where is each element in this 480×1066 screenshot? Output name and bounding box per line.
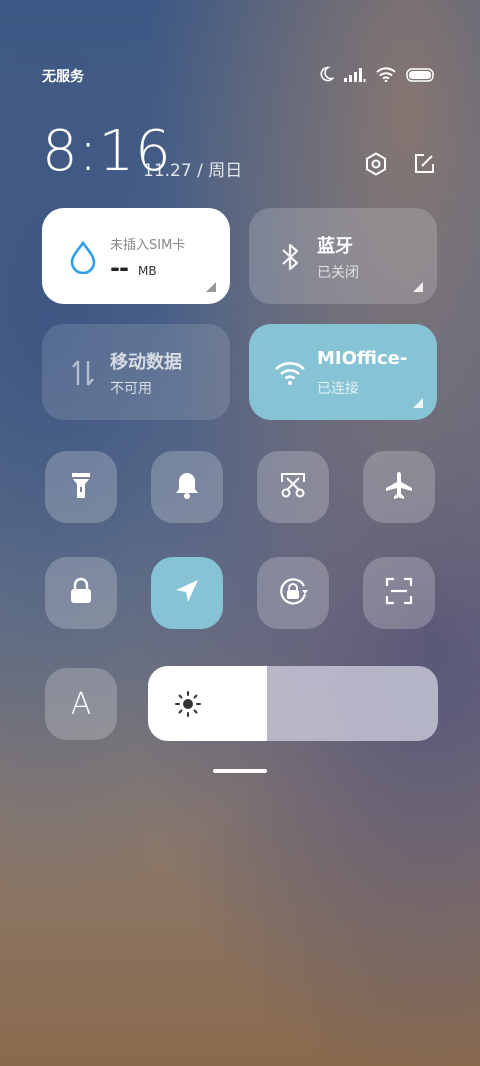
edit-icon[interactable]	[410, 150, 438, 178]
flashlight-icon	[68, 469, 94, 505]
mobile-data-status: 不可用	[110, 381, 152, 397]
signal-icon	[344, 67, 366, 86]
status-icons	[318, 66, 436, 86]
sun-icon	[174, 690, 202, 718]
lock-screen-toggle[interactable]	[45, 557, 117, 629]
bluetooth-status: 已关闭	[317, 265, 359, 281]
moon-icon	[318, 66, 336, 86]
expand-corner-icon	[413, 398, 423, 408]
data-usage-unit: MB	[138, 264, 157, 278]
location-icon	[173, 577, 201, 609]
carrier-status: 无服务	[42, 69, 84, 85]
mobile-data-tile[interactable]: 移动数据 不可用	[42, 324, 230, 420]
wifi-network-name: MIOffice-	[317, 348, 408, 369]
mobile-data-icon	[66, 356, 100, 390]
wifi-icon	[273, 356, 307, 390]
location-toggle[interactable]	[151, 557, 223, 629]
bluetooth-icon	[273, 240, 307, 274]
bluetooth-title: 蓝牙	[317, 236, 353, 257]
bell-icon	[173, 470, 201, 504]
auto-brightness-icon: A	[70, 686, 92, 722]
scanner-toggle[interactable]	[363, 557, 435, 629]
settings-icon[interactable]	[362, 150, 390, 178]
data-usage-title: 未插入SIM卡	[110, 238, 186, 253]
battery-icon	[406, 67, 436, 86]
wifi-status: 已连接	[317, 381, 359, 397]
data-usage-value: --	[110, 254, 129, 282]
mobile-data-title: 移动数据	[110, 352, 182, 373]
flashlight-toggle[interactable]	[45, 451, 117, 523]
rotation-lock-icon	[276, 574, 310, 612]
scan-icon	[384, 576, 414, 610]
brightness-slider[interactable]	[148, 666, 438, 741]
auto-brightness-toggle[interactable]: A	[45, 668, 117, 740]
wifi-tile[interactable]: MIOffice- 已连接	[249, 324, 437, 420]
drag-handle[interactable]	[213, 769, 267, 773]
date: 11.27 / 周日	[143, 161, 243, 181]
wifi-status-icon	[376, 66, 396, 86]
airplane-mode-toggle[interactable]	[363, 451, 435, 523]
screenshot-icon	[278, 470, 308, 504]
airplane-icon	[383, 469, 415, 505]
water-drop-icon	[66, 240, 100, 274]
lock-icon	[68, 576, 94, 610]
bluetooth-tile[interactable]: 蓝牙 已关闭	[249, 208, 437, 304]
screenshot-toggle[interactable]	[257, 451, 329, 523]
expand-corner-icon	[206, 282, 216, 292]
expand-corner-icon	[413, 282, 423, 292]
brightness-fill	[148, 666, 267, 741]
data-usage-tile[interactable]: 未插入SIM卡 -- MB	[42, 208, 230, 304]
ringer-toggle[interactable]	[151, 451, 223, 523]
rotation-lock-toggle[interactable]	[257, 557, 329, 629]
